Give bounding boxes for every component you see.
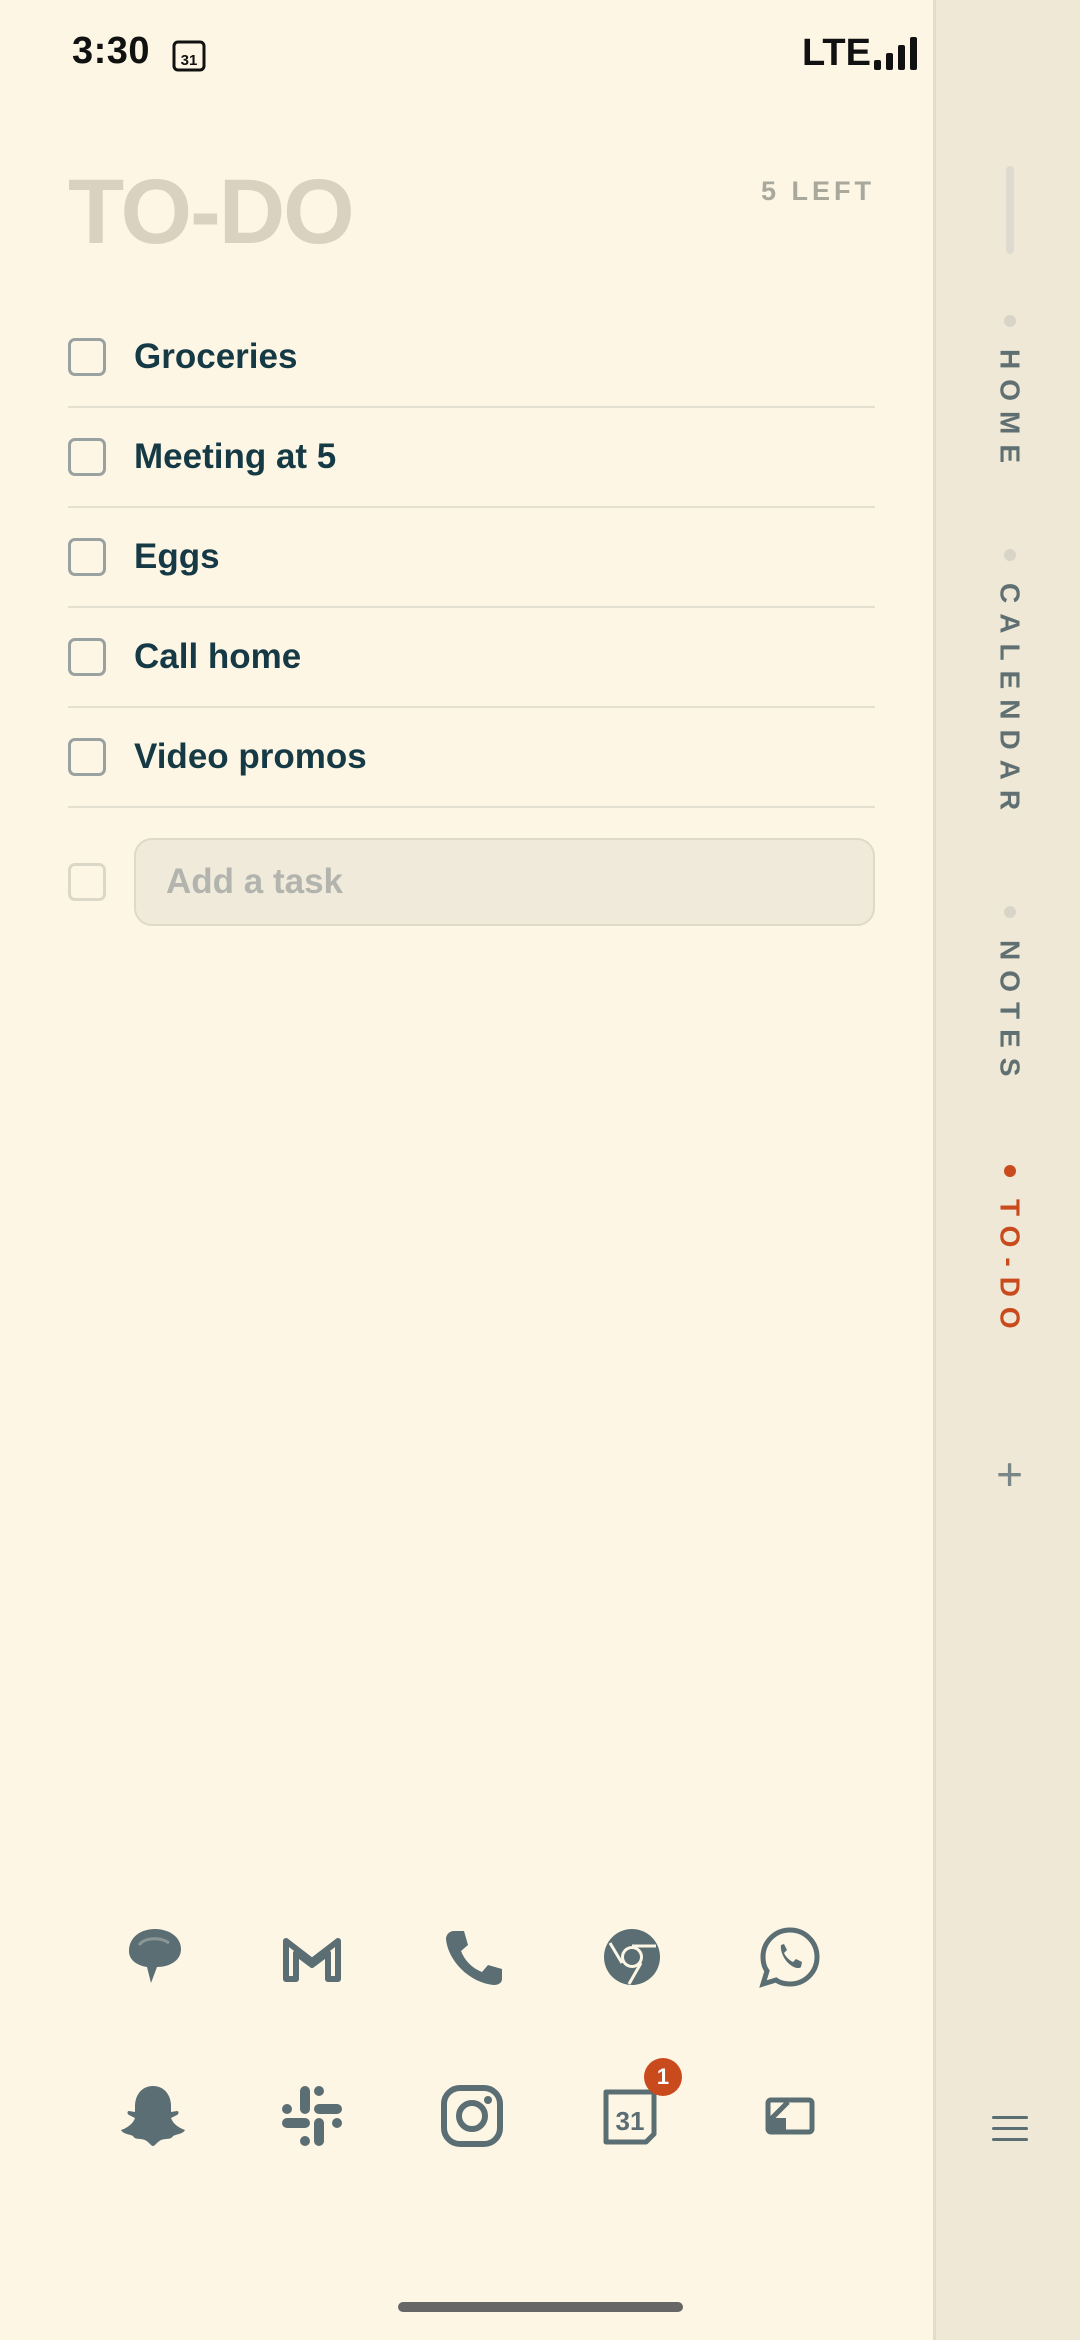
add-task-row	[68, 838, 875, 926]
task-label[interactable]: Eggs	[134, 537, 220, 577]
sidebar-item-label: CALENDAR	[994, 583, 1026, 821]
sidebar-item-home[interactable]: HOME	[936, 315, 1080, 473]
task-checkbox[interactable]	[68, 738, 106, 776]
sidebar-item-notes[interactable]: NOTES	[936, 906, 1080, 1086]
sidebar-item-calendar[interactable]: CALENDAR	[936, 549, 1080, 820]
slack-icon[interactable]	[272, 2076, 352, 2156]
nav-dot	[1003, 549, 1016, 561]
task-list: Groceries Meeting at 5 Eggs Call home Vi…	[68, 308, 875, 808]
task-checkbox[interactable]	[68, 338, 106, 376]
nav-dot	[1003, 315, 1016, 327]
task-checkbox[interactable]	[68, 638, 106, 676]
task-checkbox[interactable]	[68, 538, 106, 576]
task-row[interactable]: Groceries	[68, 308, 875, 408]
task-label[interactable]: Groceries	[134, 337, 297, 377]
sidebar-item-label: HOME	[994, 349, 1026, 473]
page-title: TO-DO	[68, 161, 355, 263]
sidebar-item-label: NOTES	[994, 940, 1026, 1087]
task-label[interactable]: Video promos	[134, 737, 367, 777]
notification-badge: 1	[644, 2058, 682, 2096]
calendar-status-icon: 31	[172, 40, 206, 72]
status-time: 3:30	[72, 30, 151, 72]
snapchat-icon[interactable]	[113, 2076, 193, 2156]
display-icon[interactable]	[750, 2076, 830, 2156]
add-page-button[interactable]: +	[936, 1447, 1080, 1501]
task-row[interactable]: Eggs	[68, 508, 875, 608]
sidebar-item-todo[interactable]: TO-DO	[936, 1165, 1080, 1339]
phone-icon[interactable]	[432, 1917, 512, 1997]
nav-dot	[1003, 906, 1016, 918]
signal-icon	[874, 37, 917, 70]
instagram-icon[interactable]	[432, 2076, 512, 2156]
task-label[interactable]: Meeting at 5	[134, 437, 336, 477]
whatsapp-icon[interactable]	[750, 1917, 830, 1997]
add-task-input[interactable]	[134, 838, 875, 926]
home-indicator[interactable]	[398, 2302, 683, 2312]
gmail-icon[interactable]	[272, 1917, 352, 1997]
task-row[interactable]: Meeting at 5	[68, 408, 875, 508]
sidebar: HOME CALENDAR NOTES TO-DO +	[933, 0, 1080, 2340]
task-row[interactable]: Call home	[68, 608, 875, 708]
task-row[interactable]: Video promos	[68, 708, 875, 808]
menu-icon[interactable]	[990, 2113, 1030, 2145]
calendar-app-icon[interactable]: 31 1	[590, 2058, 682, 2156]
svg-text:31: 31	[181, 52, 198, 69]
task-label[interactable]: Call home	[134, 637, 301, 677]
tasks-left-count: 5 LEFT	[760, 176, 875, 206]
sidebar-item-label: TO-DO	[994, 1199, 1026, 1339]
sidebar-handle[interactable]	[1006, 166, 1014, 254]
task-checkbox[interactable]	[68, 438, 106, 476]
add-task-checkbox	[68, 863, 106, 901]
network-type: LTE	[802, 32, 871, 74]
nav-dot-active	[1003, 1165, 1016, 1177]
messages-icon[interactable]	[115, 1917, 195, 1997]
svg-text:31: 31	[616, 2106, 645, 2136]
chrome-icon[interactable]	[592, 1917, 672, 1997]
status-bar: 3:30 31 LTE 76	[0, 0, 1080, 110]
